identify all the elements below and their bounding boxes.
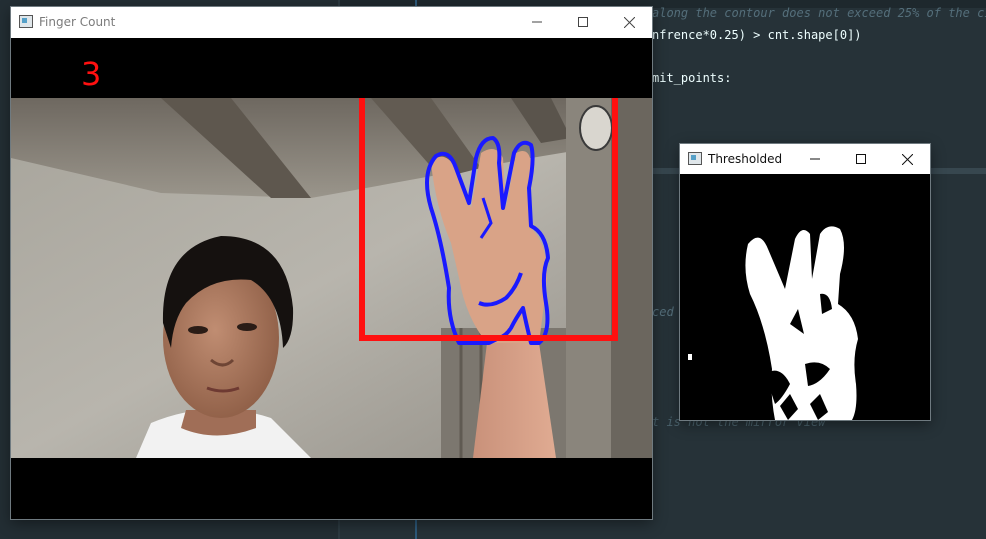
finger-count-window[interactable]: Finger Count 3 (11, 7, 652, 519)
maximize-button[interactable] (560, 7, 606, 37)
code-line-4: ced (652, 305, 674, 319)
finger-count-label: 3 (81, 55, 102, 93)
close-button[interactable] (606, 7, 652, 37)
window-title: Finger Count (39, 15, 116, 29)
finger-count-titlebar[interactable]: Finger Count (11, 7, 652, 38)
finger-count-video: 3 (11, 38, 652, 519)
minimize-icon (810, 158, 820, 160)
code-line-3: mit_points: (652, 71, 732, 85)
maximize-icon (578, 17, 588, 27)
code-line-2: nfrence*0.25) > cnt.shape[0]) (652, 28, 862, 42)
thresholded-image (680, 174, 930, 420)
close-icon (623, 16, 635, 28)
code-line-1: along the contour does not exceed 25% of… (652, 6, 986, 20)
app-icon (688, 152, 702, 165)
minimize-button[interactable] (514, 7, 560, 37)
close-button[interactable] (884, 144, 930, 174)
minimize-button[interactable] (792, 144, 838, 174)
minimize-icon (532, 21, 542, 23)
maximize-icon (856, 154, 866, 164)
webcam-image (11, 98, 652, 458)
app-icon (19, 15, 33, 28)
close-icon (901, 153, 913, 165)
thresholded-window[interactable]: Thresholded (680, 144, 930, 420)
window-title: Thresholded (708, 152, 783, 166)
thresholded-titlebar[interactable]: Thresholded (680, 144, 930, 174)
maximize-button[interactable] (838, 144, 884, 174)
camera-frame (11, 98, 652, 458)
threshold-mask (680, 174, 930, 420)
